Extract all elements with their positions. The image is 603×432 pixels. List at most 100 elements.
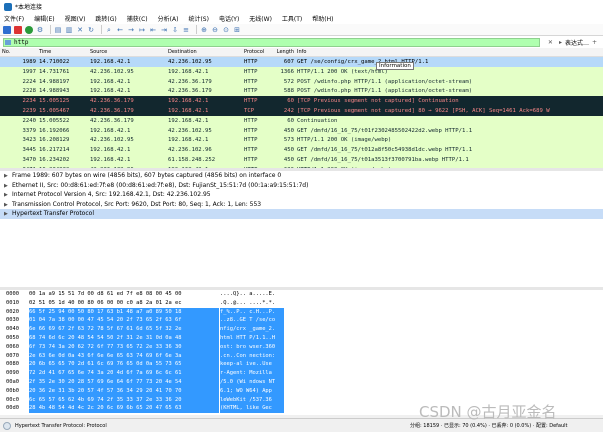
column-header-protocol[interactable]: Protocol — [244, 49, 274, 55]
packet-row[interactable]: 2224 14.988197 192.168.42.1 42.236.36.179 HT… — [0, 76, 603, 87]
bytes-hex[interactable]: 20 6b 65 65 70 2d 61 6c 69 76 65 0d 0a 5… — [29, 360, 219, 370]
options-gear-icon[interactable]: ⚙ — [36, 26, 44, 34]
bytes-hex[interactable]: 6c 65 57 65 62 4b 69 74 2f 35 33 37 2e 3… — [29, 395, 219, 405]
packet-row[interactable]: 3423 16.208129 42.236.102.95 192.168.42.1 HT… — [0, 135, 603, 146]
zoom-in-icon[interactable]: ⊕ — [200, 26, 208, 34]
find-packet-icon[interactable]: ⌕ — [105, 26, 113, 34]
menu-go[interactable]: 跳转(G) — [95, 14, 116, 23]
bytes-hex[interactable]: 6e 66 69 67 2f 63 72 78 5f 67 61 6d 65 5… — [29, 325, 219, 334]
expand-arrow-icon[interactable]: ▶ — [4, 210, 12, 219]
menu-edit[interactable]: 编辑(E) — [34, 14, 54, 23]
bytes-asc[interactable]: .cn..Con nection: — [220, 351, 284, 361]
packet-row[interactable]: 2239 15.005467 42.236.36.179 192.168.42.1 TC… — [0, 105, 603, 116]
packet-row[interactable]: 3445 16.217214 192.168.42.1 42.236.102.96 HT… — [0, 145, 603, 155]
bytes-asc[interactable]: html HTT P/1.1..H — [220, 333, 284, 343]
menu-tools[interactable]: 工具(T) — [282, 14, 302, 23]
bytes-hex[interactable]: 6f 73 74 3a 20 62 72 6f 77 73 65 72 2e 3… — [29, 342, 219, 352]
expand-arrow-icon[interactable]: ▶ — [4, 182, 12, 191]
bytes-off[interactable]: 0040 — [6, 325, 19, 334]
bytes-hex[interactable]: 72 2d 41 67 65 6e 74 3a 20 4d 6f 7a 69 6… — [29, 369, 219, 378]
bytes-off[interactable]: 0050 — [6, 334, 19, 343]
bytes-hex[interactable]: 2e 63 6e 0d 0a 43 6f 6e 6e 65 63 74 69 6… — [29, 351, 219, 361]
bytes-asc[interactable]: .Q..@... ....*.*. — [220, 299, 284, 308]
menu-telephony[interactable]: 电话(Y) — [219, 14, 239, 23]
bytes-hex[interactable]: 02 51 05 1d 40 00 80 06 00 00 c0 a8 2a 0… — [29, 299, 219, 308]
packet-row[interactable]: 3470 16.234202 192.168.42.1 61.158.248.252 H… — [0, 154, 603, 165]
bytes-asc[interactable]: keep-al ive..Use — [220, 360, 284, 370]
bytes-asc[interactable]: ....Q}.. a.....E. — [220, 290, 284, 299]
resize-columns-icon[interactable]: ⊞ — [233, 26, 241, 34]
column-header-destination[interactable]: Destination — [168, 49, 244, 55]
bytes-off[interactable]: 0020 — [6, 308, 19, 317]
bytes-asc[interactable]: r-Agent: Mozilla — [220, 369, 284, 378]
bytes-asc[interactable]: (KHTML, like Gec — [220, 404, 284, 414]
last-packet-icon[interactable]: ⇥ — [160, 26, 168, 34]
bytes-hex[interactable]: 20 36 2e 31 3b 20 57 4f 57 36 34 29 20 4… — [29, 386, 219, 396]
expert-info-icon[interactable] — [3, 421, 11, 430]
first-packet-icon[interactable]: ⇤ — [149, 26, 157, 34]
bytes-hex[interactable]: 01 04 7a 38 00 00 47 45 54 20 2f 73 65 2… — [29, 316, 219, 326]
bytes-off[interactable]: 00a0 — [6, 378, 19, 387]
start-capture-icon[interactable] — [3, 25, 11, 34]
go-forward-icon[interactable]: → — [127, 26, 135, 34]
details-tree-item[interactable]: ▶ Frame 1989: 607 bytes on wire (4856 bit… — [0, 171, 603, 181]
menu-help[interactable]: 帮助(H) — [312, 14, 333, 23]
zoom-reset-icon[interactable]: ⊙ — [222, 26, 230, 34]
apply-filter-icon[interactable]: ▸ — [559, 39, 562, 46]
bytes-asc[interactable]: f_%..P.. c.H...P. — [220, 307, 284, 317]
go-to-packet-icon[interactable]: ↦ — [138, 26, 146, 34]
column-header-info[interactable]: Info — [297, 49, 603, 55]
details-tree-item[interactable]: ▶ Internet Protocol Version 4, Src: 192.1… — [0, 190, 603, 200]
bytes-off[interactable]: 0060 — [6, 343, 19, 352]
bytes-asc[interactable]: leWebKit /537.36 — [220, 395, 284, 405]
expand-arrow-icon[interactable]: ▶ — [4, 172, 12, 181]
open-file-icon[interactable]: ▤ — [54, 26, 62, 34]
menu-view[interactable]: 视图(V) — [65, 14, 86, 23]
reload-icon[interactable]: ↻ — [87, 26, 95, 34]
bookmark-icon[interactable] — [5, 39, 11, 45]
expand-arrow-icon[interactable]: ▶ — [4, 201, 12, 210]
stop-capture-icon[interactable] — [14, 25, 22, 34]
colorize-icon[interactable]: ≡ — [182, 26, 190, 34]
zoom-out-icon[interactable]: ⊖ — [211, 26, 219, 34]
bytes-asc[interactable]: nfig/crx _game_2. — [220, 325, 284, 334]
add-filter-button[interactable]: + — [592, 39, 597, 46]
bytes-off[interactable]: 0070 — [6, 352, 19, 361]
column-header-source[interactable]: Source — [90, 49, 168, 55]
bytes-off[interactable]: 0010 — [6, 299, 19, 308]
details-tree-item[interactable]: ▶ Ethernet II, Src: 00:d8:61:ed:7f:e8 (00… — [0, 181, 603, 191]
autoscroll-icon[interactable]: ⇩ — [171, 26, 179, 34]
bytes-asc[interactable]: ..z8..GE T /se/co — [220, 316, 284, 326]
bytes-off[interactable]: 0030 — [6, 316, 19, 325]
packet-row[interactable]: 1997 14.731761 42.236.102.95 192.168.42.1 HT… — [0, 66, 603, 77]
bytes-hex[interactable]: 68 74 6d 6c 20 48 54 54 50 2f 31 2e 31 0… — [29, 333, 219, 343]
packet-row[interactable]: 1989 14.710022 192.168.42.1 42.236.102.95 HT… — [0, 57, 603, 67]
display-filter-input[interactable]: http — [3, 37, 540, 47]
menu-wireless[interactable]: 无线(W) — [249, 14, 272, 23]
menu-file[interactable]: 文件(F) — [4, 14, 24, 23]
close-file-icon[interactable]: ✕ — [76, 26, 84, 34]
restart-capture-icon[interactable] — [25, 25, 33, 34]
details-tree-item[interactable]: ▶ Transmission Control Protocol, Src Port… — [0, 200, 603, 210]
bytes-off[interactable]: 00d0 — [6, 404, 19, 413]
packet-details-tree[interactable]: ▶ Frame 1989: 607 bytes on wire (4856 bit… — [0, 171, 603, 287]
bytes-off[interactable]: 0090 — [6, 369, 19, 378]
clear-filter-icon[interactable]: ✕ — [548, 39, 553, 46]
column-header-time[interactable]: Time — [39, 49, 89, 55]
packet-bytes-pane[interactable]: 0000 00 1a a9 15 51 7d 00 d8 61 ed 7f e8 … — [0, 290, 603, 415]
packet-row[interactable]: 3379 16.192066 192.168.42.1 42.236.102.95 HT… — [0, 125, 603, 136]
menu-statistics[interactable]: 统计(S) — [188, 14, 209, 23]
packet-list[interactable]: No. Time Source Destination Protocol Len… — [0, 48, 603, 168]
save-file-icon[interactable]: ▥ — [65, 26, 73, 34]
bytes-off[interactable]: 00b0 — [6, 387, 19, 396]
bytes-asc[interactable]: /5.0 (Wi ndows NT — [220, 377, 284, 387]
bytes-off[interactable]: 00c0 — [6, 396, 19, 405]
packet-row[interactable]: 2234 15.005125 42.236.36.179 192.168.42.1 HT… — [0, 96, 603, 106]
go-back-icon[interactable]: ← — [116, 26, 124, 34]
menu-analyze[interactable]: 分析(A) — [158, 14, 179, 23]
details-tree-item[interactable]: ▶ Hypertext Transfer Protocol — [0, 209, 603, 219]
bytes-hex[interactable]: 28 4b 48 54 4d 4c 2c 20 6c 69 6b 65 20 4… — [29, 404, 219, 414]
bytes-hex[interactable]: 00 1a a9 15 51 7d 00 d8 61 ed 7f e8 08 0… — [29, 290, 219, 299]
bytes-hex[interactable]: 66 5f 25 94 00 50 80 17 63 b1 48 a7 a0 8… — [29, 307, 219, 317]
bytes-hex[interactable]: 2f 35 2e 30 20 28 57 69 6e 64 6f 77 73 2… — [29, 377, 219, 387]
